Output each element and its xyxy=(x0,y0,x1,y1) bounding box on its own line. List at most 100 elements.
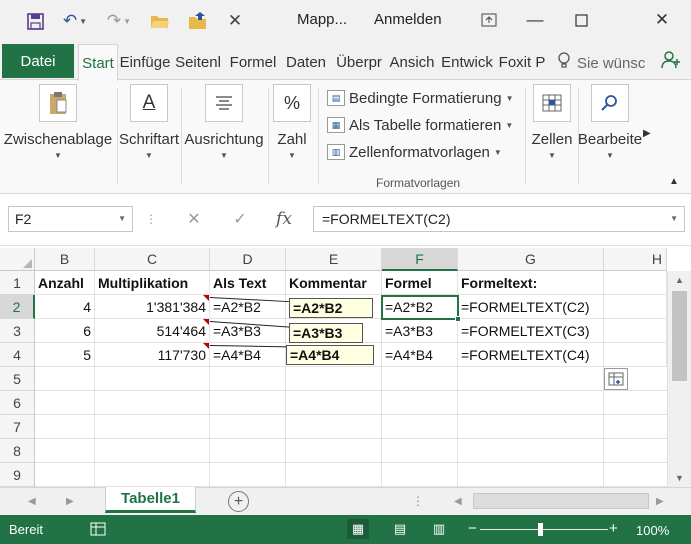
comment-box[interactable]: =A4*B4 xyxy=(286,345,374,365)
grid-empty-area[interactable] xyxy=(35,367,667,487)
name-box[interactable]: F2 ▼ xyxy=(8,206,133,232)
ribbon-scroll-right-icon[interactable]: ▶ xyxy=(643,128,651,139)
cell-f4[interactable]: =A4*B4 xyxy=(382,343,458,367)
zoom-in-button[interactable]: + xyxy=(609,520,618,537)
tab-foxit[interactable]: Foxit P xyxy=(496,44,548,80)
cell-g4[interactable]: =FORMELTEXT(C4) xyxy=(458,343,604,367)
row-header-5[interactable]: 5 xyxy=(0,367,35,391)
cell-g1[interactable]: Formeltext: xyxy=(458,271,604,295)
tab-review[interactable]: Überpr xyxy=(334,44,384,80)
cell-f3[interactable]: =A3*B3 xyxy=(382,319,458,343)
next-sheet-icon[interactable]: ▶ xyxy=(66,496,74,507)
row-header-2[interactable]: 2 xyxy=(0,295,35,319)
row-header-3[interactable]: 3 xyxy=(0,319,35,343)
editing-button[interactable]: Bearbeite ▼ xyxy=(578,82,642,160)
scroll-up-icon[interactable]: ▲ xyxy=(675,275,684,285)
row-header-1[interactable]: 1 xyxy=(0,271,35,295)
column-header-e[interactable]: E xyxy=(286,248,382,271)
ribbon-display-options-icon[interactable] xyxy=(466,0,512,40)
cell-f1[interactable]: Formel xyxy=(382,271,458,295)
cell-c2[interactable]: 1'381'384 xyxy=(95,295,210,319)
font-button[interactable]: A Schriftart ▼ xyxy=(117,82,181,160)
sheet-tab-tabelle1[interactable]: Tabelle1 xyxy=(105,487,196,513)
cell-h3[interactable] xyxy=(604,319,667,343)
tab-split-grip-icon[interactable]: ⋮ xyxy=(412,494,424,508)
page-layout-view-icon[interactable]: ▤ xyxy=(389,519,411,539)
column-header-g[interactable]: G xyxy=(458,248,604,271)
prev-sheet-icon[interactable]: ◀ xyxy=(28,496,36,507)
row-header-8[interactable]: 8 xyxy=(0,439,35,463)
enter-check-icon[interactable]: ✓ xyxy=(226,205,254,233)
normal-view-icon[interactable]: ▦ xyxy=(347,519,369,539)
insert-function-icon[interactable]: fx xyxy=(270,205,298,233)
cell-b3[interactable]: 6 xyxy=(35,319,95,343)
open-folder-icon[interactable] xyxy=(148,8,172,34)
cell-d1[interactable]: Als Text xyxy=(210,271,286,295)
tab-insert[interactable]: Einfüge xyxy=(120,44,170,80)
zoom-level[interactable]: 100% xyxy=(636,523,669,538)
comment-indicator[interactable] xyxy=(203,319,209,325)
comment-box[interactable]: =A2*B2 xyxy=(289,298,373,318)
minimize-icon[interactable]: — xyxy=(512,0,558,40)
comment-indicator[interactable] xyxy=(203,295,209,301)
column-header-b[interactable]: B xyxy=(35,248,95,271)
add-sheet-icon[interactable]: + xyxy=(228,491,249,512)
tab-data[interactable]: Daten xyxy=(282,44,330,80)
collapse-ribbon-icon[interactable]: ▲ xyxy=(669,176,679,187)
cell-b1[interactable]: Anzahl xyxy=(35,271,95,295)
tab-formulas[interactable]: Formel xyxy=(228,44,278,80)
close-x-icon[interactable]: ✕ xyxy=(226,8,244,34)
clipboard-button[interactable]: Zwischenablage ▼ xyxy=(2,82,114,160)
redo-icon[interactable]: ↷ ▼ xyxy=(104,8,134,34)
save-icon[interactable] xyxy=(22,8,48,34)
tab-start[interactable]: Start xyxy=(78,44,118,81)
comment-indicator[interactable] xyxy=(203,343,209,349)
cell-e1[interactable]: Kommentar xyxy=(286,271,382,295)
maximize-icon[interactable] xyxy=(558,0,604,40)
alignment-button[interactable]: Ausrichtung ▼ xyxy=(182,82,266,160)
cell-g2[interactable]: =FORMELTEXT(C2) xyxy=(458,295,604,319)
row-header-7[interactable]: 7 xyxy=(0,415,35,439)
scroll-right-icon[interactable]: ▶ xyxy=(656,496,664,507)
zoom-out-button[interactable]: − xyxy=(468,520,477,537)
cell-c3[interactable]: 514'464 xyxy=(95,319,210,343)
column-header-c[interactable]: C xyxy=(95,248,210,271)
cell-h1[interactable] xyxy=(604,271,667,295)
scroll-left-icon[interactable]: ◀ xyxy=(454,496,462,507)
cell-c1[interactable]: Multiplikation xyxy=(95,271,210,295)
zoom-track[interactable] xyxy=(480,529,608,530)
tab-view[interactable]: Ansich xyxy=(388,44,436,80)
quick-analysis-icon[interactable] xyxy=(604,368,628,390)
scroll-thumb[interactable] xyxy=(672,291,687,381)
undo-icon[interactable]: ↶ ▼ xyxy=(60,8,90,34)
zoom-slider-thumb[interactable] xyxy=(538,523,543,536)
fill-handle[interactable] xyxy=(455,316,461,322)
expand-formula-bar-icon[interactable]: ▼ xyxy=(670,214,678,223)
select-all-corner[interactable] xyxy=(0,248,35,271)
tab-file[interactable]: Datei xyxy=(2,44,74,78)
cell-h2[interactable] xyxy=(604,295,667,319)
cell-h4[interactable] xyxy=(604,343,667,367)
cell-b4[interactable]: 5 xyxy=(35,343,95,367)
column-header-f[interactable]: F xyxy=(382,248,458,271)
folder-icon[interactable] xyxy=(186,8,210,34)
tab-developer[interactable]: Entwick xyxy=(440,44,494,80)
cell-styles-button[interactable]: ▥ Zellenformatvorlagen ▼ xyxy=(327,141,502,163)
scroll-down-icon[interactable]: ▼ xyxy=(675,473,684,483)
row-header-9[interactable]: 9 xyxy=(0,463,35,487)
cancel-icon[interactable]: ✕ xyxy=(180,205,208,233)
row-header-6[interactable]: 6 xyxy=(0,391,35,415)
cell-c4[interactable]: 117'730 xyxy=(95,343,210,367)
row-header-4[interactable]: 4 xyxy=(0,343,35,367)
column-header-d[interactable]: D xyxy=(210,248,286,271)
cell-g3[interactable]: =FORMELTEXT(C3) xyxy=(458,319,604,343)
signin-link[interactable]: Anmelden xyxy=(374,11,442,28)
tell-me-box[interactable]: Sie wünsc xyxy=(557,50,645,76)
conditional-formatting-button[interactable]: ▤ Bedingte Formatierung ▼ xyxy=(327,87,514,109)
cell-b2[interactable]: 4 xyxy=(35,295,95,319)
tab-page-layout[interactable]: Seitenl xyxy=(172,44,224,80)
comment-box[interactable]: =A3*B3 xyxy=(289,323,363,343)
page-break-view-icon[interactable]: ▥ xyxy=(428,519,450,539)
format-as-table-button[interactable]: ▦ Als Tabelle formatieren ▼ xyxy=(327,114,513,136)
cells-button[interactable]: Zellen ▼ xyxy=(526,82,578,160)
